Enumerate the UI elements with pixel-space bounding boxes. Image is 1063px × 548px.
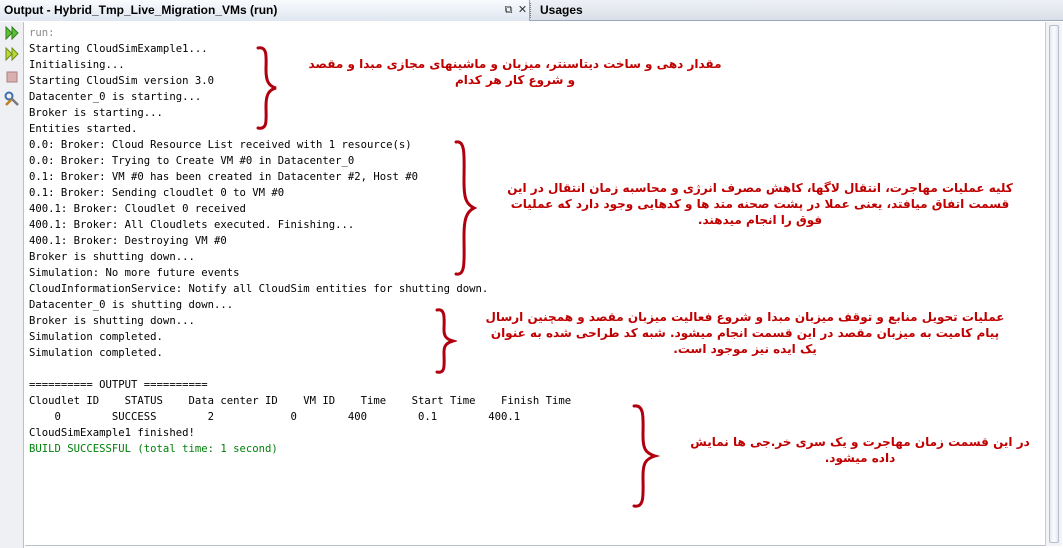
console-line: CloudInformationService: Notify all Clou… — [29, 283, 489, 295]
rerun-icon — [5, 25, 19, 41]
tab-output-title: Output - Hybrid_Tmp_Live_Migration_VMs (… — [4, 3, 278, 17]
console-line: 0.0: Broker: Trying to Create VM #0 in D… — [29, 155, 355, 167]
console-line: Cloudlet ID STATUS Data center ID VM ID … — [29, 395, 572, 407]
annotation-brace — [454, 140, 478, 276]
annotation-note: مقدار دهی و ساخت دیتاسنتر، میزبان و ماشی… — [308, 57, 722, 87]
console-line: Broker is shutting down... — [29, 251, 195, 263]
run-label: run: — [29, 27, 55, 39]
console-line: 0.0: Broker: Cloud Resource List receive… — [29, 139, 412, 151]
console-line: 0 SUCCESS 2 0 400 0.1 400.1 — [29, 411, 521, 423]
console-line: Starting CloudSimExample1... — [29, 43, 208, 55]
console-line: Broker is shutting down... — [29, 315, 195, 327]
annotation-brace — [256, 46, 277, 130]
build-status: BUILD SUCCESSFUL (total time: 1 second) — [29, 443, 278, 455]
console-line: ========== OUTPUT ========== — [29, 379, 208, 391]
console-output[interactable]: run: Starting CloudSimExample1... Initia… — [25, 22, 1045, 546]
console-line: Entities started. — [29, 123, 138, 135]
stop-icon — [6, 71, 18, 83]
scrollbar-thumb[interactable] — [1049, 25, 1059, 543]
console-line: Simulation: No more future events — [29, 267, 240, 279]
rerun-options-icon — [5, 46, 19, 62]
rerun-button[interactable] — [3, 24, 21, 42]
annotation-note: کلیه عملیات مهاجرت، انتقال لاگها، کاهش م… — [507, 181, 1013, 227]
console-line: Broker is starting... — [29, 107, 163, 119]
annotation-note: عملیات تحویل منابع و توقف میزبان مبدا و … — [485, 310, 1005, 356]
tab-output[interactable]: Output - Hybrid_Tmp_Live_Migration_VMs (… — [0, 0, 530, 21]
tab-bar: Output - Hybrid_Tmp_Live_Migration_VMs (… — [0, 0, 1063, 21]
console-line: Simulation completed. — [29, 347, 163, 359]
restore-window-icon[interactable]: ⧉ — [502, 3, 515, 16]
console-line: 0.1: Broker: Sending cloudlet 0 to VM #0 — [29, 187, 285, 199]
console-line: Datacenter_0 is starting... — [29, 91, 202, 103]
console-line: 0.1: Broker: VM #0 has been created in D… — [29, 171, 419, 183]
vertical-scrollbar[interactable] — [1045, 22, 1062, 546]
close-icon[interactable]: ✕ — [516, 3, 529, 16]
annotation-brace — [632, 404, 660, 508]
output-toolbar — [0, 22, 24, 548]
settings-button[interactable] — [3, 90, 21, 108]
stop-button[interactable] — [3, 68, 21, 86]
tab-usages[interactable]: Usages — [532, 0, 1063, 21]
console-line: Datacenter_0 is shutting down... — [29, 299, 234, 311]
annotation-note: در این قسمت زمان مهاجرت و یک سری خر.جی ه… — [690, 435, 1030, 465]
console-line: 400.1: Broker: Destroying VM #0 — [29, 235, 227, 247]
tools-icon — [4, 91, 19, 106]
console-line: 400.1: Broker: Cloudlet 0 received — [29, 203, 246, 215]
rerun-with-options-button[interactable] — [3, 45, 21, 63]
tab-usages-title: Usages — [540, 3, 583, 17]
annotation-brace — [435, 308, 457, 374]
console-line: CloudSimExample1 finished! — [29, 427, 195, 439]
console-line: 400.1: Broker: All Cloudlets executed. F… — [29, 219, 355, 231]
console-line: Starting CloudSim version 3.0 — [29, 75, 214, 87]
console-line: Initialising... — [29, 59, 125, 71]
console-line: Simulation completed. — [29, 331, 163, 343]
